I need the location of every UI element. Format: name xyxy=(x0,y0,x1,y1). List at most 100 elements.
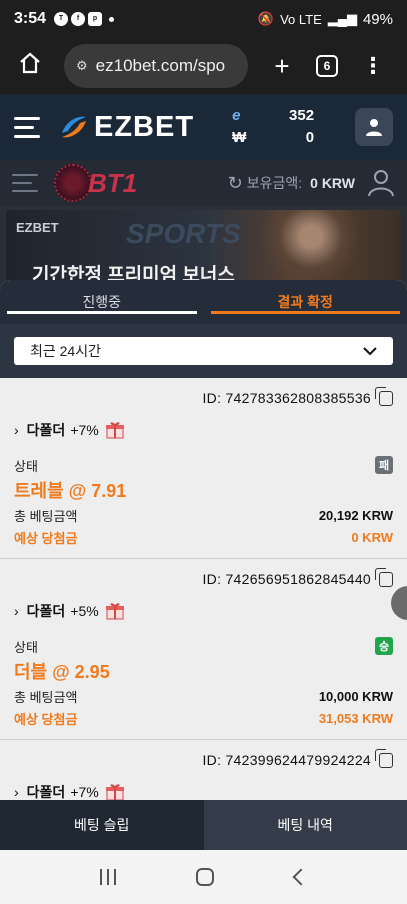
bonus-percent: +7% xyxy=(70,422,99,438)
home-icon[interactable] xyxy=(10,51,50,82)
system-nav-bar xyxy=(0,850,407,904)
url-text: ez10bet.com/spo xyxy=(95,56,226,75)
site-header: EZBET e 352 ₩0 xyxy=(0,94,407,160)
expected-win-label: 예상 당첨금 xyxy=(14,530,78,546)
bet-card: ID: 742783362808385536 › 다폴더 +7% 상태 패 트레… xyxy=(0,378,407,559)
signal-icon: ▂▄▆ xyxy=(327,11,357,26)
points-value: 352 xyxy=(289,107,315,124)
bet-id: ID: 742399624479924224 xyxy=(202,752,371,768)
points-icon: e xyxy=(232,107,241,124)
balance-summary: e 352 ₩0 xyxy=(232,105,314,149)
site-logo[interactable]: EZBET xyxy=(58,111,194,144)
tab-bet-history[interactable]: 베팅 내역 xyxy=(203,800,407,850)
partner-logo: BT1 xyxy=(54,164,137,202)
user-profile-button[interactable] xyxy=(355,108,393,146)
site-settings-icon[interactable]: ⚙ xyxy=(76,58,88,74)
tab-switcher-button[interactable]: 6 xyxy=(316,55,338,77)
browser-toolbar: ⚙ ez10bet.com/spo + 6 ⋮ xyxy=(0,38,407,94)
bet-card: ID: 742656951862845440 › 다폴더 +5% 상태 승 더블… xyxy=(0,559,407,740)
new-tab-icon[interactable]: + xyxy=(262,51,302,82)
expected-win-value: 0 KRW xyxy=(351,529,393,545)
expected-win-row: 예상 당첨금 0 KRW xyxy=(14,526,393,548)
bet-id: ID: 742656951862845440 xyxy=(202,571,371,587)
facebook-notification-icon: f xyxy=(71,12,86,26)
tab-settled[interactable]: 결과 확정 xyxy=(204,280,407,324)
home-button-icon[interactable] xyxy=(196,868,215,886)
more-notifications-icon xyxy=(109,16,115,22)
tab-label: 진행중 xyxy=(82,294,122,310)
partner-bar: BT1 ↻ 보유금액: 0 KRW xyxy=(0,160,407,206)
tab-in-progress[interactable]: 진행중 xyxy=(0,280,204,324)
holding-balance: ↻ 보유금액: 0 KRW xyxy=(228,169,395,197)
network-indicator: Vo LTE xyxy=(280,11,322,27)
account-icon[interactable] xyxy=(367,169,395,197)
bet-details-toggle[interactable]: › 다폴더 +7% xyxy=(14,418,393,442)
total-bet-row: 총 베팅금액 20,192 KRW xyxy=(14,504,393,526)
bonus-percent: +7% xyxy=(70,784,99,800)
status-badge: 승 xyxy=(375,637,393,655)
tab-bet-slip[interactable]: 베팅 슬립 xyxy=(0,800,204,850)
status-bar: 3:54 T f p 🔕 Vo LTE ▂▄▆ 49% xyxy=(0,0,407,38)
bet-id: ID: 742783362808385536 xyxy=(202,390,371,406)
total-bet-value: 10,000 KRW xyxy=(318,688,393,704)
won-currency-icon: ₩ xyxy=(232,129,247,146)
period-selected: 최근 24시간 xyxy=(30,343,101,359)
bottom-tab-bar: 베팅 슬립 베팅 내역 xyxy=(0,800,407,850)
status-label: 상태 xyxy=(14,639,38,655)
tab-label: 결과 확정 xyxy=(277,294,333,310)
expected-win-row: 예상 당첨금 31,053 KRW xyxy=(14,707,393,729)
period-filter-bar: 최근 24시간 xyxy=(0,324,407,378)
bet-odds: 트레블 @ 7.91 xyxy=(14,481,127,501)
battery-level: 49% xyxy=(362,10,393,28)
banner-player-image xyxy=(261,210,361,286)
holding-label: 보유금액: xyxy=(246,175,303,191)
krw-balance: 0 xyxy=(305,129,315,146)
banner-watermark: SPORTS xyxy=(126,218,241,249)
period-select[interactable]: 최근 24시간 xyxy=(14,337,393,365)
chevron-right-icon: › xyxy=(14,422,19,438)
chevron-right-icon: › xyxy=(14,784,19,800)
expected-win-value: 31,053 KRW xyxy=(318,710,393,726)
pay-notification-icon: p xyxy=(88,12,103,26)
talk-notification-icon: T xyxy=(54,12,69,26)
promo-banner[interactable]: EZBET SPORTS 기간한정 프리미엄 보너스 xyxy=(0,206,407,286)
recent-apps-icon[interactable] xyxy=(100,869,117,885)
chevron-down-icon xyxy=(363,347,377,356)
status-time: 3:54 xyxy=(14,10,47,27)
copy-icon[interactable] xyxy=(375,748,393,768)
bonus-percent: +5% xyxy=(70,603,99,619)
bet-odds: 더블 @ 2.95 xyxy=(14,662,110,682)
bet-type: 다폴더 xyxy=(26,603,66,619)
total-bet-label: 총 베팅금액 xyxy=(14,689,78,705)
copy-icon[interactable] xyxy=(375,386,393,406)
status-label: 상태 xyxy=(14,458,38,474)
expected-win-label: 예상 당첨금 xyxy=(14,711,78,727)
brand-name: EZBET xyxy=(94,110,195,143)
user-icon xyxy=(366,119,382,136)
back-icon[interactable] xyxy=(292,868,310,886)
bet-type: 다폴더 xyxy=(26,422,66,438)
gift-icon xyxy=(105,422,124,439)
chevron-right-icon: › xyxy=(14,603,19,619)
bet-details-toggle[interactable]: › 다폴더 +7% xyxy=(14,780,393,800)
address-bar[interactable]: ⚙ ez10bet.com/spo xyxy=(64,44,248,88)
mute-icon: 🔕 xyxy=(257,11,275,26)
globe-icon xyxy=(54,164,92,202)
refresh-icon[interactable]: ↻ xyxy=(228,173,243,194)
total-bet-label: 총 베팅금액 xyxy=(14,508,78,524)
status-badge: 패 xyxy=(375,456,393,474)
partner-name: BT1 xyxy=(88,167,138,198)
copy-icon[interactable] xyxy=(375,567,393,587)
gift-icon xyxy=(105,603,124,620)
browser-menu-icon[interactable]: ⋮ xyxy=(362,53,384,79)
total-bet-row: 총 베팅금액 10,000 KRW xyxy=(14,685,393,707)
bet-type: 다폴더 xyxy=(26,784,66,800)
menu-icon[interactable] xyxy=(14,111,42,144)
bet-details-toggle[interactable]: › 다폴더 +5% xyxy=(14,599,393,623)
bet-card: ID: 742399624479924224 › 다폴더 +7% 상태 패 xyxy=(0,740,407,800)
holding-value: 0 KRW xyxy=(310,175,355,191)
bet-history-panel: 진행중 결과 확정 최근 24시간 ID: 742783362808385536… xyxy=(0,280,407,800)
total-bet-value: 20,192 KRW xyxy=(318,507,393,523)
bet-status-tabs: 진행중 결과 확정 xyxy=(0,280,407,324)
sub-menu-icon[interactable] xyxy=(12,168,40,198)
